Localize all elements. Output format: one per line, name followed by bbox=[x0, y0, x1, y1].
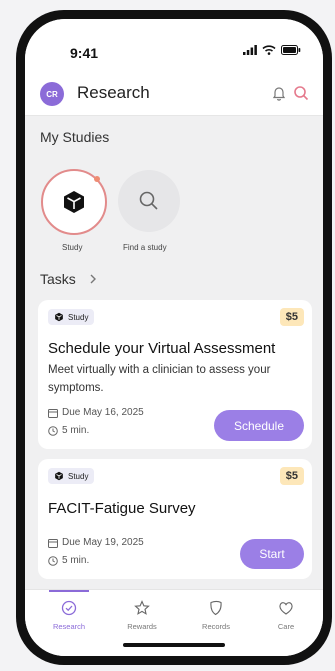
task-due-date: Due May 16, 2025 bbox=[48, 407, 144, 418]
task-title: Schedule your Virtual Assessment bbox=[48, 340, 276, 357]
tab-records[interactable]: Records bbox=[186, 600, 246, 631]
battery-icon bbox=[281, 45, 301, 55]
study-badge: Study bbox=[48, 309, 95, 325]
phone-frame: 9:41 CR Research My Studies Study Find a… bbox=[16, 10, 332, 665]
task-duration: 5 min. bbox=[48, 555, 89, 566]
tab-label: Rewards bbox=[127, 622, 157, 631]
task-card[interactable]: Study $5 Schedule your Virtual Assessmen… bbox=[38, 300, 312, 449]
bell-icon[interactable] bbox=[271, 85, 287, 101]
status-icons bbox=[243, 45, 301, 55]
task-duration: 5 min. bbox=[48, 425, 89, 436]
schedule-button[interactable]: Schedule bbox=[214, 410, 304, 441]
star-icon bbox=[134, 600, 150, 615]
tab-care[interactable]: Care bbox=[256, 600, 316, 631]
task-description: Meet virtually with a clinician to asses… bbox=[48, 364, 271, 394]
search-icon bbox=[139, 191, 158, 210]
cube-icon bbox=[64, 191, 84, 213]
task-due-label: Due May 16, 2025 bbox=[62, 407, 144, 418]
avatar[interactable]: CR bbox=[40, 82, 64, 106]
tasks-heading[interactable]: Tasks bbox=[40, 271, 98, 287]
study-badge-label: Study bbox=[68, 471, 89, 481]
check-circle-icon bbox=[61, 600, 77, 616]
signal-icon bbox=[243, 45, 257, 55]
calendar-icon bbox=[48, 408, 58, 418]
app-header: CR Research bbox=[25, 75, 323, 116]
home-indicator bbox=[123, 643, 225, 647]
tab-label: Records bbox=[202, 622, 230, 631]
chevron-right-icon bbox=[90, 274, 96, 284]
tab-label: Research bbox=[52, 622, 86, 631]
study-badge-label: Study bbox=[68, 312, 89, 322]
my-studies-heading: My Studies bbox=[40, 129, 110, 145]
study-item-study[interactable] bbox=[41, 169, 107, 235]
clock-icon bbox=[48, 425, 58, 436]
page-title: Research bbox=[77, 83, 150, 102]
task-duration-label: 5 min. bbox=[62, 425, 90, 436]
tab-research[interactable]: Research bbox=[39, 600, 99, 631]
active-tab-indicator bbox=[49, 590, 89, 592]
study-badge: Study bbox=[48, 468, 95, 484]
task-due-label: Due May 19, 2025 bbox=[62, 537, 144, 548]
reward-price-badge: $5 bbox=[279, 467, 304, 485]
status-bar: 9:41 bbox=[25, 19, 323, 75]
wifi-icon bbox=[262, 45, 276, 55]
search-icon[interactable] bbox=[293, 85, 309, 101]
cube-icon bbox=[55, 312, 63, 322]
task-card[interactable]: Study $5 FACIT-Fatigue Survey Due May 19… bbox=[38, 459, 312, 579]
reward-price-badge: $5 bbox=[279, 308, 304, 326]
task-duration-label: 5 min. bbox=[62, 555, 90, 566]
screen: 9:41 CR Research My Studies Study Find a… bbox=[25, 19, 323, 656]
tasks-heading-label: Tasks bbox=[40, 271, 76, 287]
task-title: FACIT-Fatigue Survey bbox=[48, 500, 196, 517]
task-due-date: Due May 19, 2025 bbox=[48, 537, 144, 548]
calendar-icon bbox=[48, 538, 58, 548]
heart-icon bbox=[279, 602, 293, 615]
find-study-label: Find a study bbox=[123, 243, 167, 252]
clock-icon bbox=[48, 555, 58, 566]
tab-label: Care bbox=[277, 622, 295, 631]
study-item-label: Study bbox=[62, 243, 83, 252]
find-study-button[interactable] bbox=[118, 170, 180, 232]
status-time: 9:41 bbox=[70, 45, 99, 61]
shield-icon bbox=[210, 600, 222, 616]
cube-icon bbox=[55, 471, 63, 481]
start-button[interactable]: Start bbox=[240, 539, 304, 569]
tab-rewards[interactable]: Rewards bbox=[112, 600, 172, 631]
notification-dot bbox=[94, 176, 100, 182]
